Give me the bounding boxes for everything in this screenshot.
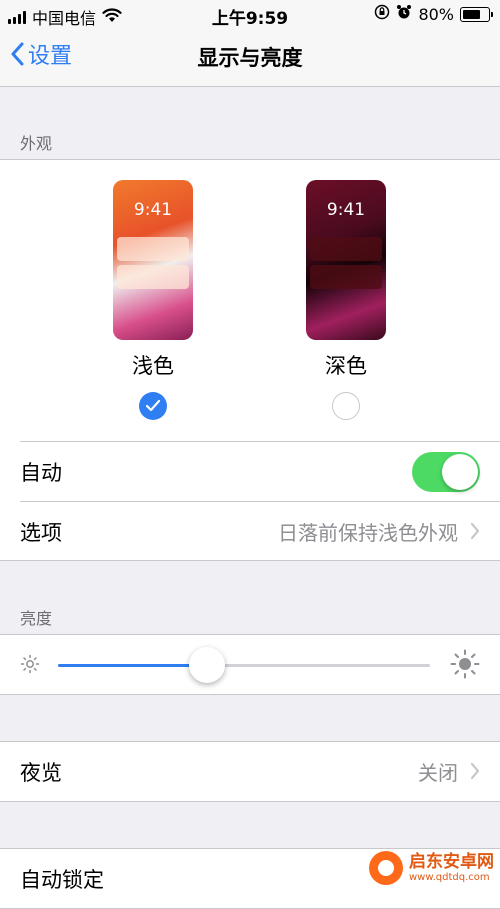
alarm-icon [396,4,412,24]
brightness-slider-thumb[interactable] [189,647,225,683]
brightness-group [0,634,500,695]
dark-preview-notification [310,237,382,261]
appearance-option-light[interactable]: 9:41 浅色 [93,180,213,420]
night-shift-label: 夜览 [20,760,62,785]
orientation-lock-icon [374,4,390,24]
light-option-label: 浅色 [132,354,174,378]
light-preview-notification [117,237,189,261]
options-value: 日落前保持浅色外观 [278,521,458,545]
auto-label: 自动 [20,460,62,485]
dark-option-label: 深色 [325,354,367,378]
toggle-knob [442,453,478,490]
auto-toggle[interactable] [412,451,480,492]
night-shift-value: 关闭 [418,761,458,785]
watermark: 启东安卓网 www.qdtdq.com [369,851,494,885]
watermark-logo-icon [369,851,403,885]
page-title: 显示与亮度 [197,46,303,70]
night-shift-row[interactable]: 夜览 关闭 [20,742,500,801]
status-right: 80% [374,4,493,24]
brightness-slider-fill [58,664,207,667]
light-option-radio[interactable] [139,392,167,420]
appearance-group: 9:41 浅色 9:41 深色 自动 选项 日落前保持浅色外观 [0,159,500,561]
auto-row: 自动 [20,442,500,501]
dark-preview-notification [310,265,382,289]
appearance-option-dark[interactable]: 9:41 深色 [286,180,406,420]
brightness-section-header: 亮度 [20,609,53,628]
watermark-text: 启东安卓网 www.qdtdq.com [409,853,494,883]
chevron-right-icon [470,522,480,540]
dark-preview-clock: 9:41 [326,200,366,220]
light-mode-preview[interactable]: 9:41 [113,180,193,340]
options-row[interactable]: 选项 日落前保持浅色外观 [20,502,500,561]
brightness-high-icon [450,649,480,679]
status-bar: 中国电信 上午9:59 80% [0,0,500,29]
auto-lock-label: 自动锁定 [20,867,104,892]
dark-mode-preview[interactable]: 9:41 [306,180,386,340]
light-preview-clock: 9:41 [133,200,173,220]
navigation-bar: 设置 显示与亮度 [0,28,500,87]
options-label: 选项 [20,520,62,545]
dark-option-radio[interactable] [332,392,360,420]
watermark-name: 启东安卓网 [409,852,494,873]
brightness-slider[interactable] [58,664,430,667]
chevron-right-icon [470,762,480,780]
battery-percent: 80% [418,4,454,24]
night-shift-group: 夜览 关闭 [0,741,500,802]
battery-icon [460,6,493,22]
brightness-low-icon [20,654,40,674]
appearance-section-header: 外观 [20,134,53,153]
watermark-url: www.qdtdq.com [409,871,490,883]
checkmark-icon [145,399,161,412]
light-preview-notification [117,265,189,289]
